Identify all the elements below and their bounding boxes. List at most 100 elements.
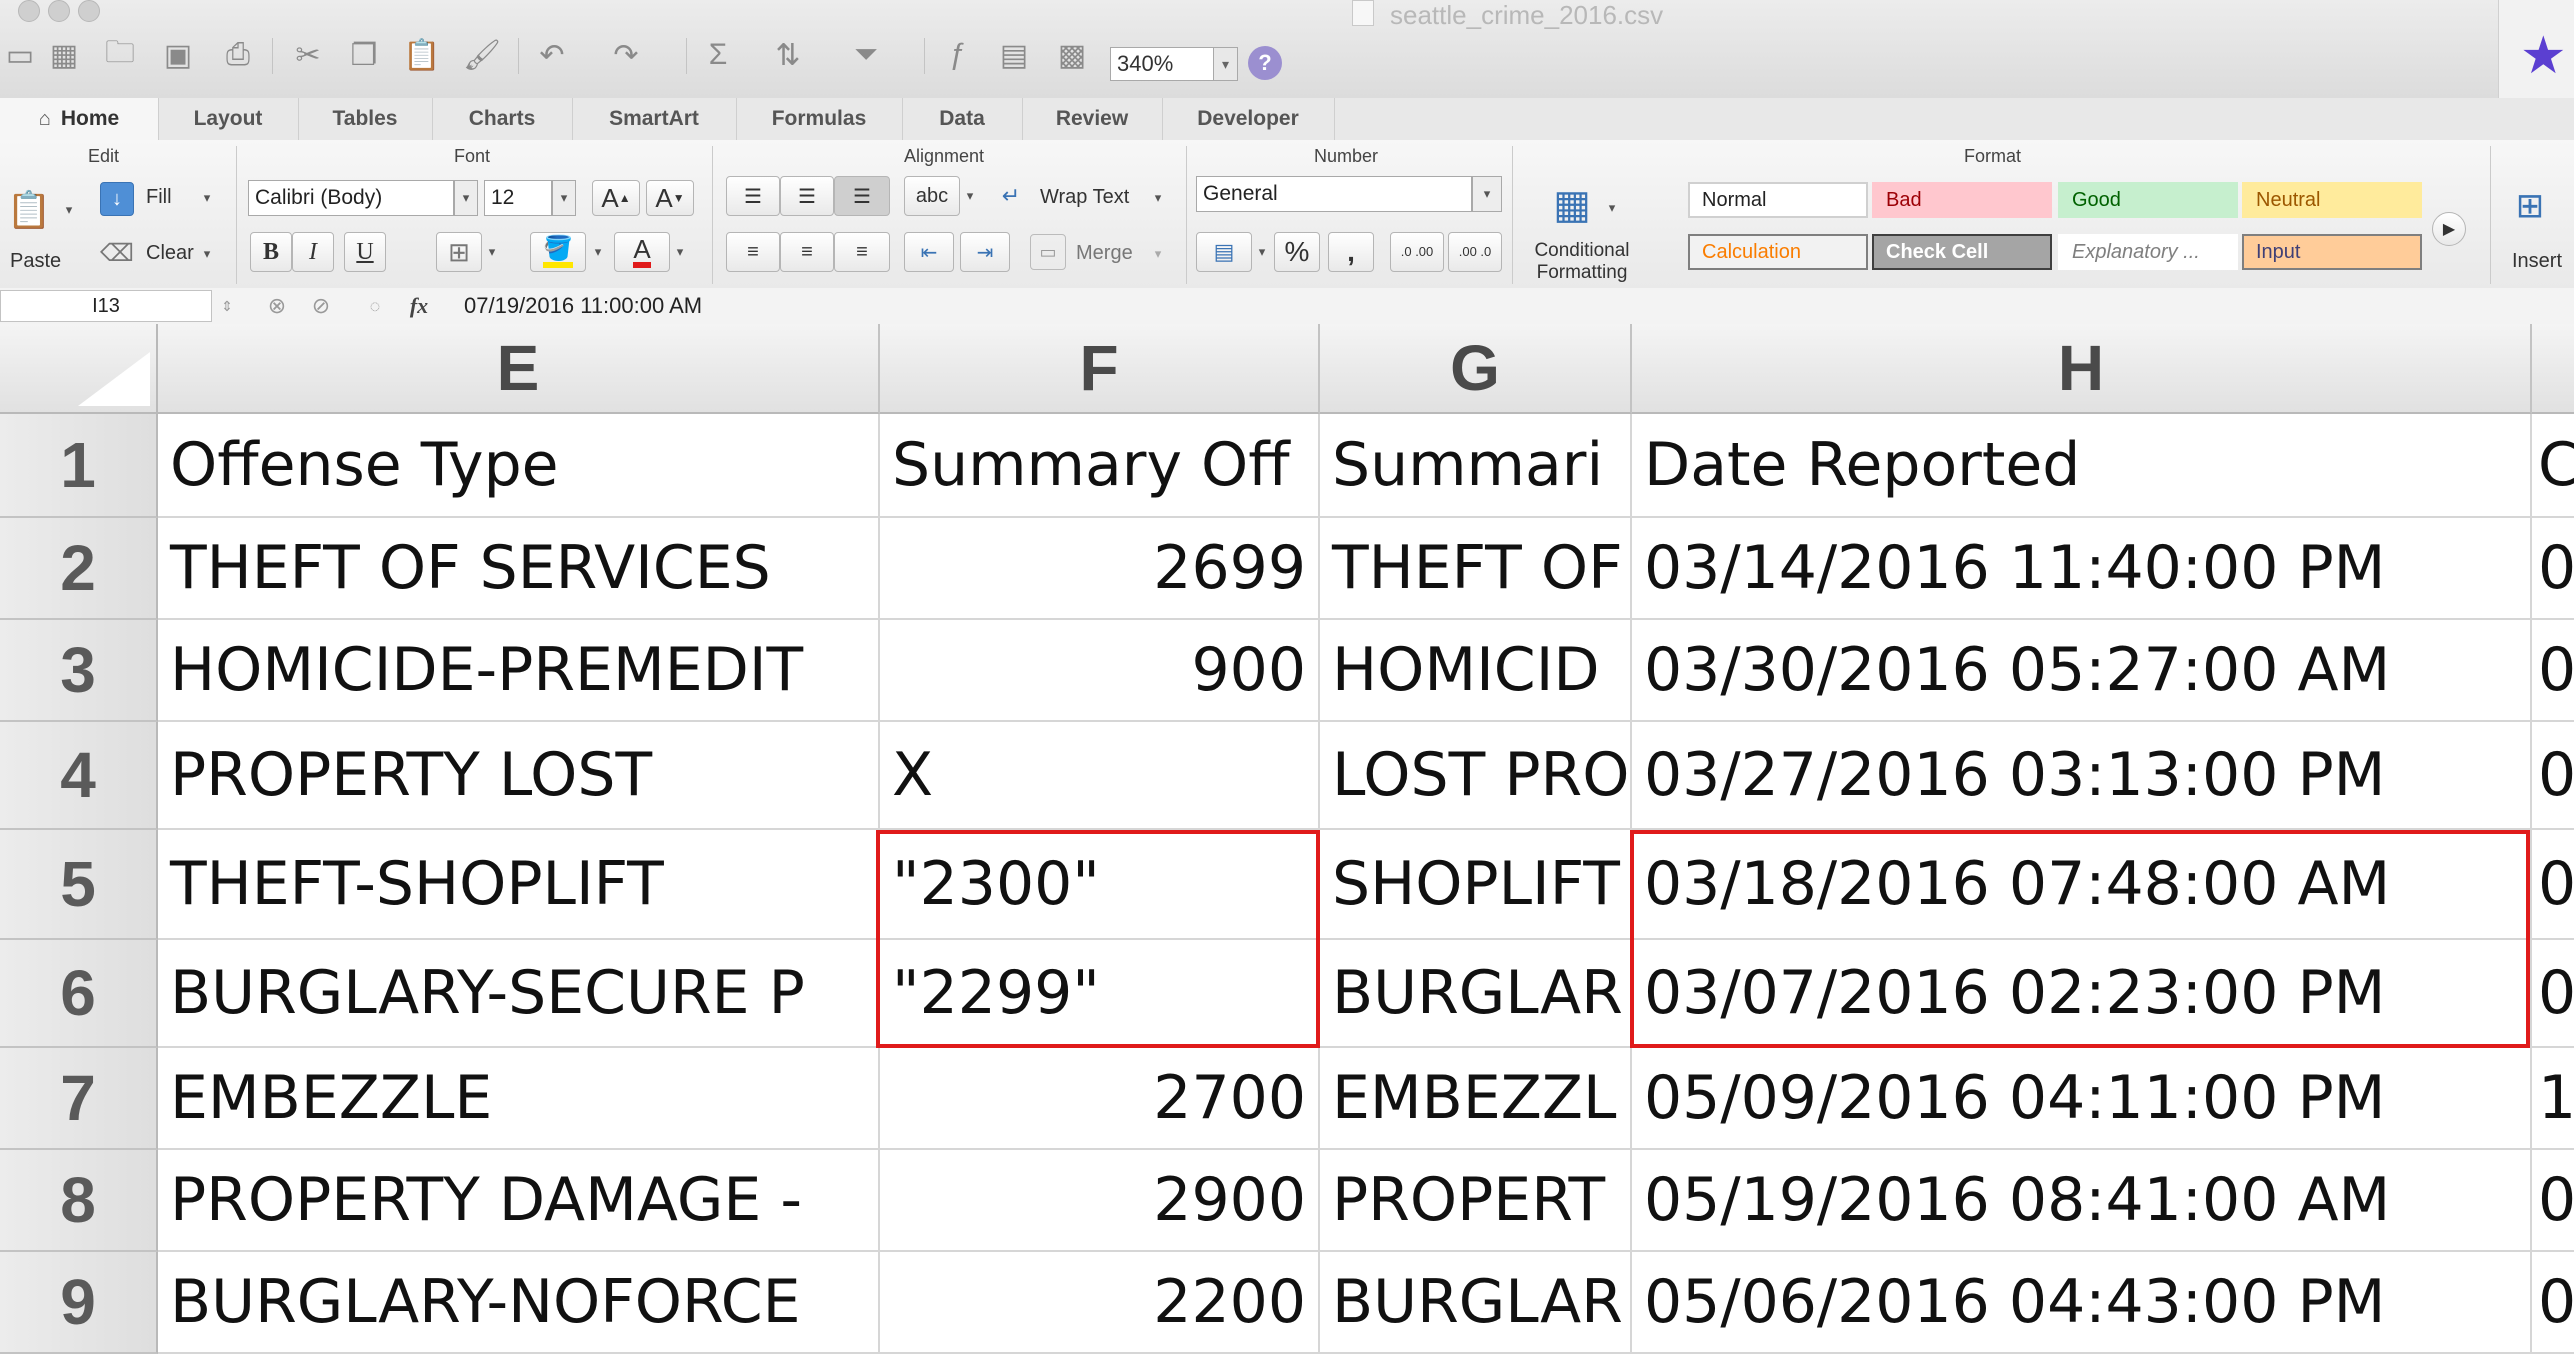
zoom-input[interactable]: 340% [1110, 47, 1214, 81]
wrap-text-label[interactable]: Wrap Text [1040, 186, 1129, 209]
tab-layout[interactable]: Layout [158, 98, 299, 140]
cell-h9[interactable]: 05/06/2016 04:43:00 PM [1632, 1252, 2532, 1354]
cut-icon[interactable]: ✂ [288, 36, 328, 74]
align-left-button[interactable]: ≡ [726, 232, 780, 272]
conditional-formatting-dropdown[interactable]: ▾ [1604, 196, 1620, 220]
cell-g4[interactable]: LOST PRO [1320, 722, 1632, 830]
align-bottom-button[interactable]: ☰ [834, 176, 890, 216]
cell-g9[interactable]: BURGLAR [1320, 1252, 1632, 1354]
styles-next-icon[interactable]: ▶ [2432, 212, 2466, 246]
eraser-icon[interactable]: ⌫ [100, 236, 134, 270]
row-header[interactable]: 8 [0, 1150, 158, 1252]
fill-color-button[interactable]: 🪣 [530, 232, 586, 272]
font-color-dropdown[interactable]: ▾ [672, 240, 688, 264]
print-icon[interactable]: ⎙ [218, 36, 258, 74]
row-header[interactable]: 5 [0, 830, 158, 940]
insert-label[interactable]: Insert [2512, 250, 2562, 273]
row-header[interactable]: 9 [0, 1252, 158, 1354]
star-icon[interactable]: ★ [2520, 26, 2567, 86]
style-explanatory[interactable]: Explanatory ... [2058, 234, 2238, 270]
decrease-indent-button[interactable]: ⇤ [904, 232, 954, 272]
increase-decimal-button[interactable]: .0 .00 [1390, 232, 1444, 272]
cell-h1[interactable]: Date Reported [1632, 414, 2532, 518]
copy-icon[interactable]: ❐ [344, 36, 384, 74]
cell-f3[interactable]: 900 [880, 620, 1320, 722]
underline-button[interactable]: U [344, 232, 386, 272]
cancel-formula-icon[interactable]: ⊗ [262, 290, 292, 322]
cell-i8[interactable]: 0 [2532, 1150, 2574, 1252]
align-middle-button[interactable]: ☰ [780, 176, 834, 216]
cell-f6[interactable]: "2299" [880, 940, 1320, 1048]
cell-e5[interactable]: THEFT-SHOPLIFT [158, 830, 880, 940]
number-format-input[interactable]: General [1196, 176, 1472, 212]
paste-dropdown[interactable]: ▾ [60, 198, 78, 222]
column-header-e[interactable]: E [158, 324, 880, 414]
confirm-formula-icon[interactable]: ⊘ [306, 290, 336, 322]
column-header-h[interactable]: H [1632, 324, 2532, 414]
align-center-button[interactable]: ≡ [780, 232, 834, 272]
cell-g5[interactable]: SHOPLIFT [1320, 830, 1632, 940]
style-input[interactable]: Input [2242, 234, 2422, 270]
conditional-formatting-icon[interactable]: ▦ [1540, 176, 1604, 234]
cell-g6[interactable]: BURGLAR [1320, 940, 1632, 1048]
cell-e8[interactable]: PROPERTY DAMAGE - [158, 1150, 880, 1252]
style-bad[interactable]: Bad [1872, 182, 2052, 218]
style-normal[interactable]: Normal [1688, 182, 1868, 218]
cell-i5[interactable]: 0 [2532, 830, 2574, 940]
decrease-decimal-button[interactable]: .00 .0 [1448, 232, 1502, 272]
cell-i3[interactable]: 0 [2532, 620, 2574, 722]
fill-label[interactable]: Fill [146, 186, 172, 209]
number-format-dropdown[interactable]: ▾ [1472, 176, 1502, 212]
fill-icon[interactable]: ↓ [100, 182, 134, 216]
align-top-button[interactable]: ☰ [726, 176, 780, 216]
zoom-dropdown[interactable]: ▾ [1214, 47, 1238, 81]
cell-f7[interactable]: 2700 [880, 1048, 1320, 1150]
cell-h7[interactable]: 05/09/2016 04:11:00 PM [1632, 1048, 2532, 1150]
name-box[interactable]: I13 [0, 290, 212, 322]
format-painter-icon[interactable]: 🖌 [462, 36, 502, 74]
column-header-i[interactable] [2532, 324, 2574, 414]
column-header-f[interactable]: F [880, 324, 1320, 414]
cell-h6[interactable]: 03/07/2016 02:23:00 PM [1632, 940, 2532, 1048]
row-header[interactable]: 2 [0, 518, 158, 620]
tab-smartart[interactable]: SmartArt [572, 98, 737, 140]
autosum-icon[interactable]: Σ [698, 36, 738, 74]
cell-e7[interactable]: EMBEZZLE [158, 1048, 880, 1150]
bold-button[interactable]: B [250, 232, 292, 272]
column-header-g[interactable]: G [1320, 324, 1632, 414]
undo-icon[interactable]: ↶ [532, 36, 572, 74]
comma-button[interactable]: , [1328, 232, 1374, 272]
tab-review[interactable]: Review [1022, 98, 1163, 140]
font-name-dropdown[interactable]: ▾ [454, 180, 478, 216]
cell-i4[interactable]: 0 [2532, 722, 2574, 830]
row-header[interactable]: 6 [0, 940, 158, 1048]
increase-indent-button[interactable]: ⇥ [960, 232, 1010, 272]
formula-builder-icon[interactable]: ƒ [938, 36, 978, 74]
cell-g7[interactable]: EMBEZZL [1320, 1048, 1632, 1150]
merge-label[interactable]: Merge [1076, 242, 1133, 265]
row-header[interactable]: 3 [0, 620, 158, 722]
cell-e9[interactable]: BURGLARY-NOFORCE [158, 1252, 880, 1354]
sort-icon[interactable]: ⇅ [768, 36, 808, 74]
row-header[interactable]: 1 [0, 414, 158, 518]
font-name-input[interactable]: Calibri (Body) [248, 180, 454, 216]
cell-f8[interactable]: 2900 [880, 1150, 1320, 1252]
style-good[interactable]: Good [2058, 182, 2238, 218]
cell-g8[interactable]: PROPERT [1320, 1150, 1632, 1252]
cell-e4[interactable]: PROPERTY LOST [158, 722, 880, 830]
borders-button[interactable]: ⊞ [436, 232, 482, 272]
merge-icon[interactable]: ▭ [1030, 234, 1066, 270]
toolbox-icon[interactable]: ▩ [1052, 36, 1092, 74]
minimize-window-button[interactable] [48, 0, 70, 22]
redo-icon[interactable]: ↷ [606, 36, 646, 74]
cell-i7[interactable]: 1 [2532, 1048, 2574, 1150]
function-dropdown-icon[interactable]: ◌ [360, 290, 390, 322]
tab-developer[interactable]: Developer [1162, 98, 1335, 140]
paste-icon[interactable]: 📋 [402, 36, 442, 74]
merge-dropdown[interactable]: ▾ [1150, 242, 1166, 266]
gallery-icon[interactable]: ▤ [994, 36, 1034, 74]
tab-data[interactable]: Data [902, 98, 1023, 140]
paste-button[interactable]: 📋 [2, 178, 56, 242]
filter-icon[interactable]: ⏷ [846, 36, 886, 74]
cell-f4[interactable]: X [880, 722, 1320, 830]
